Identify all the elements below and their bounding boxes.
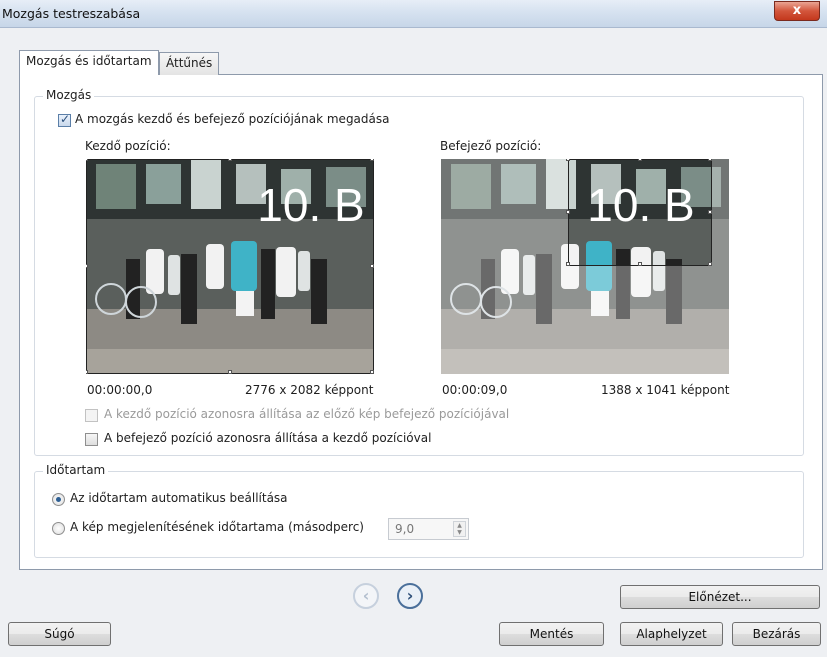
help-button[interactable]: Súgó [8, 622, 111, 646]
same-as-prev-label[interactable]: A kezdő pozíció azonosra állítása az elő… [104, 407, 509, 421]
start-handle-top-right[interactable] [370, 159, 374, 161]
manual-duration-radio[interactable] [52, 522, 65, 535]
start-size: 2776 x 2082 képpont [245, 383, 374, 397]
end-position-heading: Befejező pozíció: [440, 139, 542, 153]
same-as-start-checkbox[interactable] [85, 433, 98, 446]
end-size: 1388 x 1041 képpont [601, 383, 730, 397]
enable-motion-label[interactable]: A mozgás kezdő és befejező pozíciójának … [75, 112, 390, 126]
next-button[interactable]: › [397, 583, 423, 609]
start-handle-bottom-left[interactable] [86, 370, 88, 374]
start-handle-bottom-right[interactable] [370, 370, 374, 374]
end-handle-bottom-right[interactable] [708, 262, 712, 266]
close-icon: x [792, 3, 802, 18]
previous-button[interactable]: ‹ [353, 583, 379, 609]
title-bar[interactable]: Mozgás testreszabása x [0, 0, 827, 28]
end-handle-bottom[interactable] [638, 262, 642, 266]
end-handle-bottom-left[interactable] [566, 262, 570, 266]
end-dim-bottom [568, 266, 712, 374]
spin-arrows[interactable]: ▲ ▼ [453, 521, 466, 537]
spin-up-icon[interactable]: ▲ [454, 522, 465, 529]
duration-group-label: Időtartam [43, 463, 109, 477]
start-handle-top[interactable] [228, 159, 232, 161]
close-button[interactable]: Bezárás [732, 622, 821, 646]
end-handle-top[interactable] [638, 159, 642, 161]
auto-duration-label[interactable]: Az időtartam automatikus beállítása [70, 491, 288, 505]
end-handle-top-right[interactable] [708, 159, 712, 161]
motion-group: Mozgás A mozgás kezdő és befejező pozíci… [34, 88, 804, 456]
preview-button[interactable]: Előnézet... [620, 585, 820, 609]
same-as-start-label[interactable]: A befejező pozíció azonosra állítása a k… [104, 431, 431, 445]
enable-motion-checkbox[interactable] [58, 112, 71, 127]
start-position-preview[interactable]: 10. B [86, 159, 374, 374]
start-handle-right[interactable] [370, 264, 374, 268]
manual-duration-label[interactable]: A kép megjelenítésének időtartama (másod… [70, 520, 364, 534]
end-handle-right[interactable] [708, 210, 712, 214]
start-handle-top-left[interactable] [86, 159, 88, 161]
reset-button[interactable]: Alaphelyzet [620, 622, 723, 646]
end-selection-frame[interactable] [568, 159, 712, 266]
duration-group: Időtartam Az időtartam automatikus beáll… [34, 463, 804, 558]
seconds-spinbox[interactable]: 9,0 ▲ ▼ [388, 518, 469, 540]
end-dim-right [712, 159, 729, 374]
tab-panel: Mozgás A mozgás kezdő és befejező pozíci… [19, 74, 823, 570]
end-time: 00:00:09,0 [442, 383, 508, 397]
tab-motion-duration[interactable]: Mozgás és időtartam [19, 50, 159, 75]
motion-group-label: Mozgás [43, 88, 95, 102]
seconds-value: 9,0 [395, 522, 415, 536]
window-title: Mozgás testreszabása [2, 6, 141, 21]
same-as-prev-checkbox[interactable] [85, 409, 98, 422]
save-button[interactable]: Mentés [499, 622, 604, 646]
start-handle-left[interactable] [86, 264, 88, 268]
start-time: 00:00:00,0 [87, 383, 153, 397]
close-window-button[interactable]: x [774, 1, 820, 21]
end-position-preview[interactable]: 10. B [441, 159, 729, 374]
chevron-left-icon: ‹ [362, 586, 370, 605]
start-selection-frame[interactable] [86, 159, 374, 374]
auto-duration-radio[interactable] [52, 493, 65, 506]
end-handle-left[interactable] [566, 210, 570, 214]
dialog-window: Mozgás testreszabása x Mozgás és időtart… [0, 0, 827, 657]
start-position-heading: Kezdő pozíció: [85, 139, 171, 153]
chevron-right-icon: › [406, 586, 414, 605]
start-handle-bottom[interactable] [228, 370, 232, 374]
end-handle-top-left[interactable] [566, 159, 570, 161]
end-dim-left [441, 159, 568, 374]
spin-down-icon[interactable]: ▼ [454, 529, 465, 536]
tab-transition[interactable]: Áttűnés [159, 52, 220, 75]
